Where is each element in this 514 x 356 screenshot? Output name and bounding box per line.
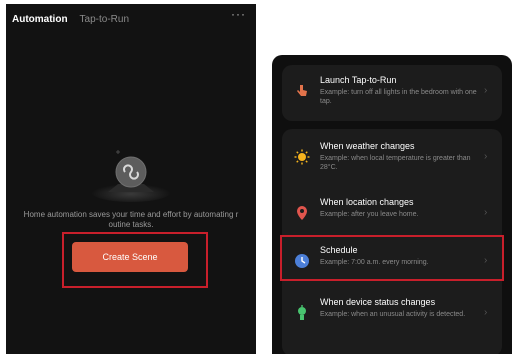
list-item[interactable]: When device status changes Example: when… — [282, 287, 502, 341]
list-item[interactable]: Schedule Example: 7:00 a.m. every mornin… — [282, 235, 502, 289]
location-pin-icon — [297, 206, 307, 220]
row-subtitle: Example: when local temperature is great… — [320, 155, 471, 171]
list-item[interactable]: When weather changes Example: when local… — [282, 131, 502, 185]
list-item[interactable]: When location changes Example: after you… — [282, 187, 502, 241]
device-icon — [298, 305, 306, 320]
sun-icon — [294, 149, 310, 165]
clock-icon — [295, 254, 309, 268]
hand-tap-icon — [297, 85, 307, 96]
empty-state-message: Home automation saves your time and effo… — [23, 210, 239, 229]
launch-tap-to-run-card[interactable]: Launch Tap-to-Run Example: turn off all … — [282, 65, 502, 121]
tab-tap-to-run[interactable]: Tap-to-Run — [80, 14, 129, 25]
chevron-right-icon: › — [484, 255, 488, 266]
list-item[interactable]: Launch Tap-to-Run Example: turn off all … — [282, 65, 502, 119]
empty-scene-illustration — [91, 150, 171, 202]
row-subtitle: Example: when an unusual activity is det… — [320, 311, 466, 318]
create-scene-panel: Launch Tap-to-Run Example: turn off all … — [272, 55, 512, 354]
tab-bar: Automation Tap-to-Run — [12, 10, 129, 28]
chevron-right-icon: › — [484, 207, 488, 218]
row-title: Schedule — [320, 245, 358, 255]
more-options-icon[interactable]: ··· — [231, 7, 246, 21]
row-title: When device status changes — [320, 297, 436, 307]
row-subtitle: Example: 7:00 a.m. every morning. — [320, 259, 429, 266]
chevron-right-icon: › — [484, 307, 488, 318]
chevron-right-icon: › — [484, 151, 488, 162]
chevron-right-icon: › — [484, 85, 488, 96]
conditions-card: When weather changes Example: when local… — [282, 129, 502, 354]
row-subtitle: Example: after you leave home. — [320, 211, 419, 218]
tab-automation[interactable]: Automation — [12, 14, 68, 25]
row-subtitle: Example: turn off all lights in the bedr… — [320, 89, 477, 105]
row-title: Launch Tap-to-Run — [320, 75, 397, 85]
row-title: When location changes — [320, 197, 414, 207]
row-title: When weather changes — [320, 141, 415, 151]
automation-panel: Automation Tap-to-Run ··· Home automatio… — [6, 4, 256, 354]
screenshot-stage: Automation Tap-to-Run ··· Home automatio… — [0, 0, 514, 356]
highlight-box — [62, 232, 208, 288]
